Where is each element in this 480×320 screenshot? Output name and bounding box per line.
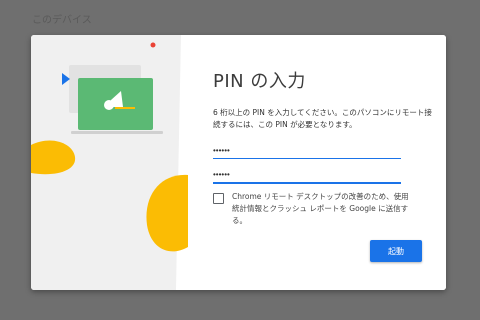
illustration-panel <box>31 35 188 290</box>
usage-stats-label: Chrome リモート デスクトップの改善のため、使用統計情報とクラッシュ レポ… <box>232 192 409 225</box>
form-panel: PIN の入力 6 桁以上の PIN を入力してください。このパソコンにリモート… <box>188 35 446 290</box>
play-arrow-icon <box>62 73 70 85</box>
illustration <box>31 35 188 290</box>
dialog-description: 6 桁以上の PIN を入力してください。このパソコンにリモート接続するには、こ… <box>213 108 432 129</box>
pin-dialog: PIN の入力 6 桁以上の PIN を入力してください。このパソコンにリモート… <box>31 35 446 290</box>
red-dot-icon <box>150 42 156 48</box>
start-button[interactable]: 起動 <box>370 240 422 262</box>
pin-input[interactable] <box>213 142 401 159</box>
background-title: このデバイス <box>32 15 92 26</box>
yellow-blob-right <box>146 174 188 252</box>
pin-confirm-input[interactable] <box>213 166 401 184</box>
dialog-title: PIN の入力 <box>213 71 306 92</box>
yellow-blob-left <box>31 140 76 175</box>
usage-stats-checkbox[interactable] <box>213 193 224 204</box>
